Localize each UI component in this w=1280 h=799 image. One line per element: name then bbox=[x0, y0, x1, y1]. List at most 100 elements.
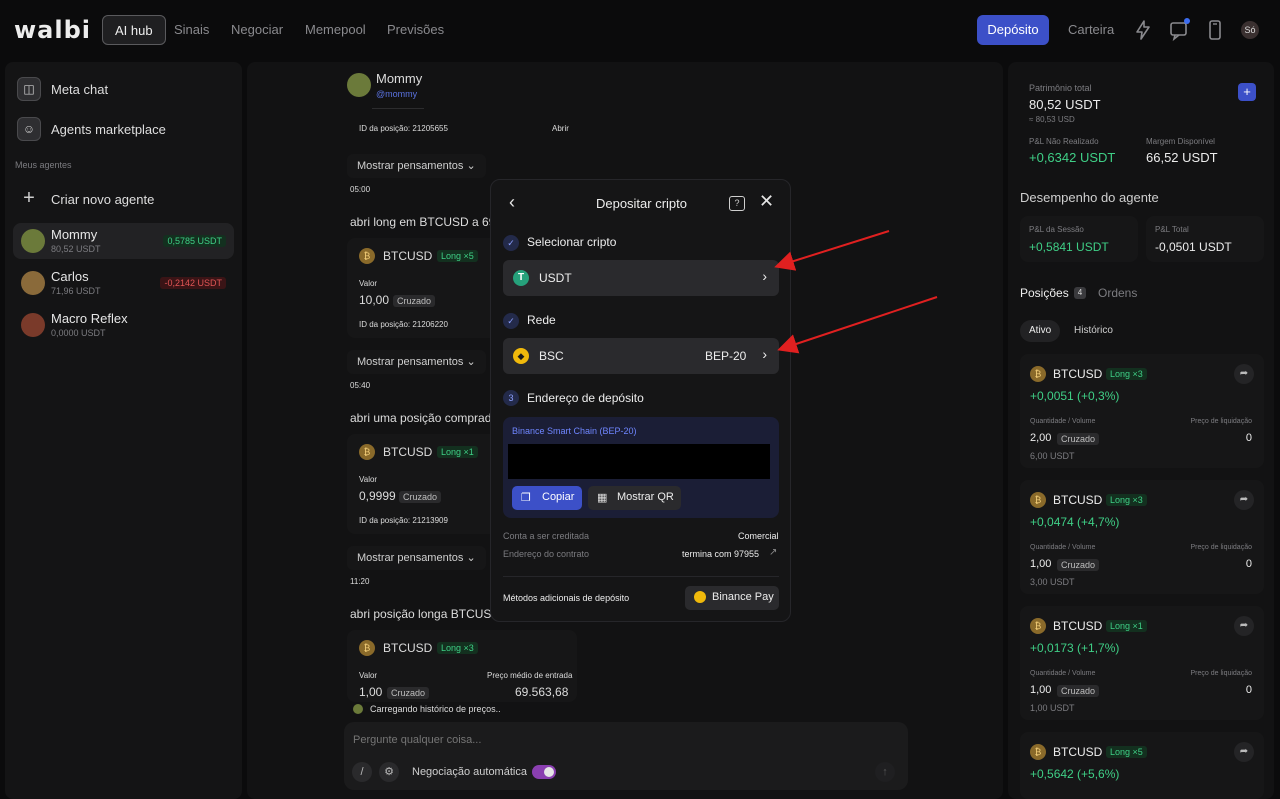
message-time: 11:20 bbox=[350, 577, 370, 586]
qr-code-icon: ▦ bbox=[597, 492, 608, 504]
agents-marketplace-item[interactable]: ☺ Agents marketplace bbox=[17, 113, 237, 145]
agents-marketplace-label: Agents marketplace bbox=[51, 121, 166, 137]
position-card[interactable]: ₿ BTCUSD Long ×3 Valor Preço médio de en… bbox=[347, 630, 577, 702]
nav-sinais[interactable]: Sinais bbox=[162, 15, 221, 45]
lightning-icon[interactable] bbox=[1131, 18, 1155, 42]
position-id: ID da posição: 21205655 bbox=[359, 124, 448, 133]
agent-avatar bbox=[347, 73, 371, 97]
qty-value: 1,00 bbox=[1030, 558, 1052, 570]
copy-icon: ❐ bbox=[521, 492, 531, 504]
crypto-selector[interactable]: T USDT › bbox=[503, 260, 779, 296]
network-selector[interactable]: ◆ BSC BEP-20 › bbox=[503, 338, 779, 374]
copy-button[interactable]: ❐ Copiar bbox=[512, 486, 582, 510]
account-label: Conta a ser creditada bbox=[503, 531, 590, 541]
margin-mode-chip: Cruzado bbox=[387, 687, 430, 699]
agent-item-mommy[interactable]: Mommy 80,52 USDT 0,5785 USDT bbox=[13, 223, 234, 259]
binance-pay-button[interactable]: Binance Pay bbox=[685, 586, 779, 610]
deposit-button[interactable]: Depósito bbox=[977, 15, 1049, 45]
share-icon[interactable]: ➦ bbox=[1234, 616, 1254, 636]
position-card[interactable]: ₿ BTCUSD Long ×3 ➦ +0,0474 (+4,7%) Quant… bbox=[1020, 480, 1264, 594]
show-thoughts-toggle[interactable]: Mostrar pensamentos ⌄ bbox=[347, 546, 486, 570]
position-pnl: +0,0173 (+1,7%) bbox=[1030, 641, 1120, 655]
network-standard: BEP-20 bbox=[705, 349, 747, 363]
external-link-icon[interactable]: ↗ bbox=[769, 547, 777, 558]
deposit-address-redacted bbox=[508, 444, 770, 479]
add-funds-button[interactable]: + bbox=[1238, 83, 1256, 101]
pair-label: BTCUSD bbox=[1053, 745, 1103, 759]
binance-pay-label: Binance Pay bbox=[712, 591, 774, 603]
step-network: Rede bbox=[527, 313, 556, 327]
extra-methods-label: Métodos adicionais de depósito bbox=[503, 593, 630, 603]
slash-command-icon[interactable]: / bbox=[352, 762, 372, 782]
agent-handle[interactable]: @mommy bbox=[376, 89, 417, 99]
agent-item-macro-reflex[interactable]: Macro Reflex 0,0000 USDT bbox=[13, 307, 234, 343]
nav-ai-hub[interactable]: AI hub bbox=[102, 15, 166, 45]
equity-label: Patrimônio total bbox=[1029, 83, 1092, 93]
help-icon[interactable]: ? bbox=[729, 196, 745, 211]
modal-title: Depositar cripto bbox=[595, 196, 688, 211]
share-icon[interactable]: ➦ bbox=[1234, 490, 1254, 510]
qty-label: Quantidade / Volume bbox=[1030, 544, 1096, 551]
agent-pnl: -0,2142 USDT bbox=[160, 277, 226, 289]
qty-label: Quantidade / Volume bbox=[1030, 418, 1096, 425]
volume-value: 3,00 USDT bbox=[1030, 577, 1075, 587]
bitcoin-icon: ₿ bbox=[1030, 366, 1046, 382]
walbi-logo[interactable]: walbi bbox=[14, 16, 91, 44]
meta-chat-item[interactable]: ◫ Meta chat bbox=[17, 73, 237, 105]
positions-count-badge: 4 bbox=[1074, 287, 1086, 299]
close-icon[interactable]: ✕ bbox=[759, 191, 774, 212]
agent-name: Macro Reflex bbox=[51, 311, 128, 326]
tab-positions[interactable]: Posições bbox=[1020, 286, 1069, 300]
value-amount: 1,00 bbox=[359, 685, 383, 699]
agent-item-carlos[interactable]: Carlos 71,96 USDT -0,2142 USDT bbox=[13, 265, 234, 301]
create-agent-button[interactable]: + Criar novo agente bbox=[17, 183, 237, 215]
margin-mode-chip: Cruzado bbox=[1057, 559, 1100, 571]
settings-gear-icon[interactable]: ⚙ bbox=[379, 762, 399, 782]
position-card[interactable]: ₿ BTCUSD Long ×3 ➦ +0,0051 (+0,3%) Quant… bbox=[1020, 354, 1264, 468]
session-pnl-value: +0,5841 USDT bbox=[1029, 240, 1109, 254]
show-thoughts-toggle[interactable]: Mostrar pensamentos ⌄ bbox=[347, 154, 486, 178]
share-icon[interactable]: ➦ bbox=[1234, 364, 1254, 384]
subtab-history[interactable]: Histórico bbox=[1074, 320, 1113, 342]
volume-value: 6,00 USDT bbox=[1030, 451, 1075, 461]
bitcoin-icon: ₿ bbox=[1030, 618, 1046, 634]
nav-previsoes[interactable]: Previsões bbox=[375, 15, 456, 45]
subtab-active[interactable]: Ativo bbox=[1020, 320, 1061, 342]
share-icon[interactable]: ➦ bbox=[1234, 742, 1254, 762]
position-card[interactable]: ₿ BTCUSD Long ×5 ➦ +0,5642 (+5,6%) bbox=[1020, 732, 1264, 799]
step-deposit-address: Endereço de depósito bbox=[527, 391, 644, 405]
nav-negociar[interactable]: Negociar bbox=[219, 15, 295, 45]
send-arrow-icon[interactable]: ↑ bbox=[875, 762, 895, 782]
tab-orders[interactable]: Ordens bbox=[1098, 286, 1137, 300]
auto-trading-toggle[interactable] bbox=[532, 765, 556, 779]
leverage-tag: Long ×3 bbox=[437, 642, 478, 654]
show-qr-button[interactable]: ▦ Mostrar QR bbox=[588, 486, 681, 510]
agent-avatar bbox=[21, 229, 45, 253]
mobile-icon[interactable] bbox=[1203, 18, 1227, 42]
deposit-crypto-modal: ‹ Depositar cripto ? ✕ ✓ Selecionar crip… bbox=[490, 179, 791, 622]
session-pnl-label: P&L da Sessão bbox=[1029, 225, 1084, 234]
liq-value: 0 bbox=[1245, 432, 1252, 444]
nav-memepool[interactable]: Memepool bbox=[293, 15, 378, 45]
margin-mode-chip: Cruzado bbox=[1057, 433, 1100, 445]
agent-balance: 0,0000 USDT bbox=[51, 328, 106, 338]
plus-icon: + bbox=[23, 187, 35, 209]
open-link[interactable]: Abrir bbox=[552, 124, 569, 133]
chat-input-box[interactable]: / ⚙ Negociação automática ↑ bbox=[344, 722, 908, 790]
wallet-link[interactable]: Carteira bbox=[1056, 15, 1126, 45]
pair-label: BTCUSD bbox=[1053, 367, 1103, 381]
volume-value: 1,00 USDT bbox=[1030, 703, 1075, 713]
chain-label: Binance Smart Chain (BEP-20) bbox=[512, 426, 637, 436]
user-avatar[interactable]: Só bbox=[1241, 21, 1259, 39]
agent-balance: 71,96 USDT bbox=[51, 286, 101, 296]
chat-input[interactable] bbox=[353, 730, 893, 750]
avg-price-value: 69.563,68 bbox=[515, 685, 569, 699]
leverage-tag: Long ×1 bbox=[437, 446, 478, 458]
value-label: Valor bbox=[359, 279, 378, 288]
pair-label: BTCUSD bbox=[383, 249, 433, 263]
equity-value: 80,52 USDT bbox=[1029, 97, 1101, 112]
show-thoughts-toggle[interactable]: Mostrar pensamentos ⌄ bbox=[347, 350, 486, 374]
chat-notification-icon[interactable] bbox=[1167, 18, 1191, 42]
liq-label: Preço de liquidação bbox=[1190, 418, 1253, 425]
position-card[interactable]: ₿ BTCUSD Long ×1 ➦ +0,0173 (+1,7%) Quant… bbox=[1020, 606, 1264, 720]
